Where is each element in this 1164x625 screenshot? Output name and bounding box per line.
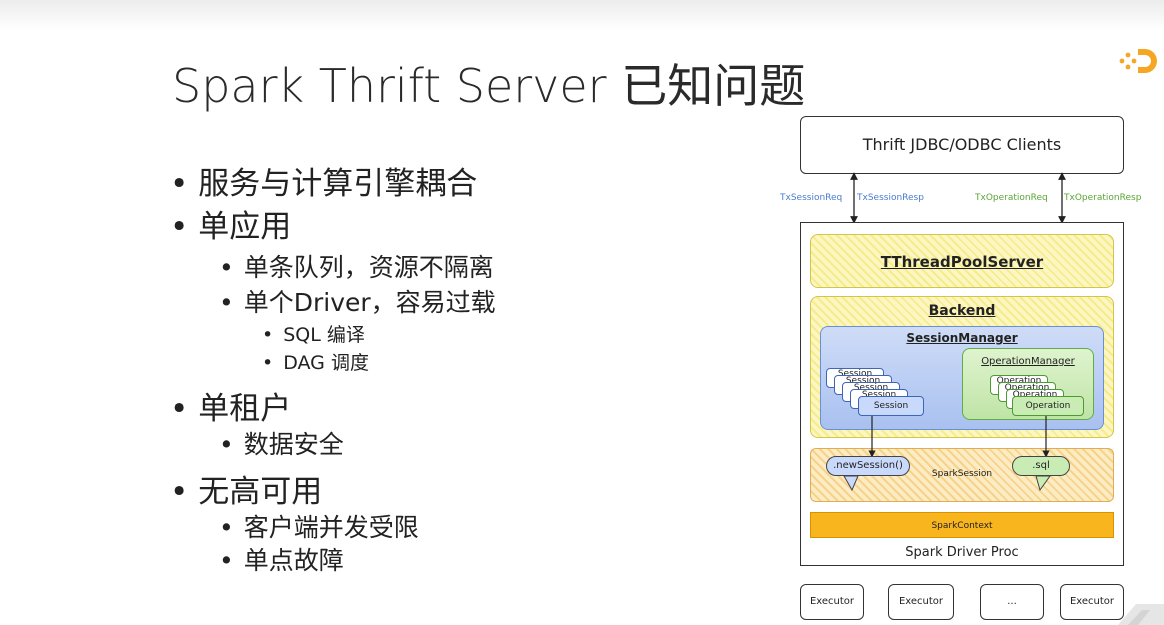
bullet-item: • 客户端并发受限 [219, 508, 419, 544]
bullet-item: • DAG 调度 [262, 348, 369, 375]
bullet-dot: • [219, 513, 234, 542]
slide-title: Spark Thrift Server 已知问题 [172, 59, 806, 113]
clients-box: Thrift JDBC/ODBC Clients [800, 116, 1124, 174]
bullet-dot: • [170, 209, 189, 245]
bullet-dot: • [170, 391, 189, 427]
backend-label: Backend [928, 303, 996, 319]
bullet-item: • 无高可用 [170, 466, 322, 511]
bullet-text: 服务与计算引擎耦合 [198, 166, 478, 202]
corner-watermark-graphic [1118, 604, 1164, 625]
session-req-label: TxSessionReq [780, 193, 843, 203]
operation-manager-label: OperationManager [981, 356, 1075, 367]
bullet-text: 单条队列，资源不隔离 [243, 253, 494, 282]
driver-process-label: Spark Driver Proc [905, 545, 1019, 560]
bullet-dot: • [170, 474, 189, 510]
bullet-text: SQL 编译 [283, 324, 365, 346]
executor-ellipsis-box: ... [980, 584, 1044, 620]
session-manager-label: SessionManager [906, 331, 1018, 345]
bullet-dot: • [170, 166, 189, 202]
bullet-item: • 单个Driver，容易过载 [219, 283, 496, 319]
session-resp-label: TxSessionResp [857, 193, 924, 203]
sql-call: .sql [1012, 456, 1070, 476]
bullet-item: • 单租户 [170, 383, 291, 428]
bullet-item: • SQL 编译 [262, 320, 365, 347]
bullet-text: 客户端并发受限 [243, 513, 419, 542]
bullet-item: • 单应用 [170, 201, 291, 246]
new-session-call: .newSession() [826, 456, 910, 476]
operation-resp-label: TxOperationResp [1064, 193, 1142, 203]
bullet-text: 数据安全 [243, 430, 344, 459]
bullet-dot: • [262, 352, 274, 374]
thread-pool-server: TThreadPoolServer [810, 234, 1114, 288]
bullet-dot: • [262, 324, 274, 346]
bullet-text: 单租户 [198, 391, 292, 427]
bullet-item: • 服务与计算引擎耦合 [170, 158, 477, 203]
executor-box: Executor [800, 584, 864, 620]
bullet-text: 无高可用 [198, 474, 323, 510]
bullet-item: • 数据安全 [219, 425, 344, 461]
bullet-dot: • [219, 430, 234, 459]
bullet-text: 单点故障 [243, 546, 344, 575]
bullet-text: DAG 调度 [283, 352, 369, 374]
bullet-dot: • [219, 546, 234, 575]
top-band [0, 0, 1164, 30]
bullet-dot: • [219, 288, 234, 317]
bullet-item: • 单点故障 [219, 541, 344, 577]
bullet-text: 单个Driver，容易过载 [243, 288, 496, 317]
bullet-dot: • [219, 253, 234, 282]
spark-context-box: SparkContext [810, 512, 1114, 538]
bullet-item: • 单条队列，资源不隔离 [219, 248, 494, 284]
brand-logo-icon [1119, 49, 1157, 73]
operation-req-label: TxOperationReq [975, 193, 1048, 203]
executor-box: Executor [888, 584, 954, 620]
bullet-text: 单应用 [198, 209, 292, 245]
